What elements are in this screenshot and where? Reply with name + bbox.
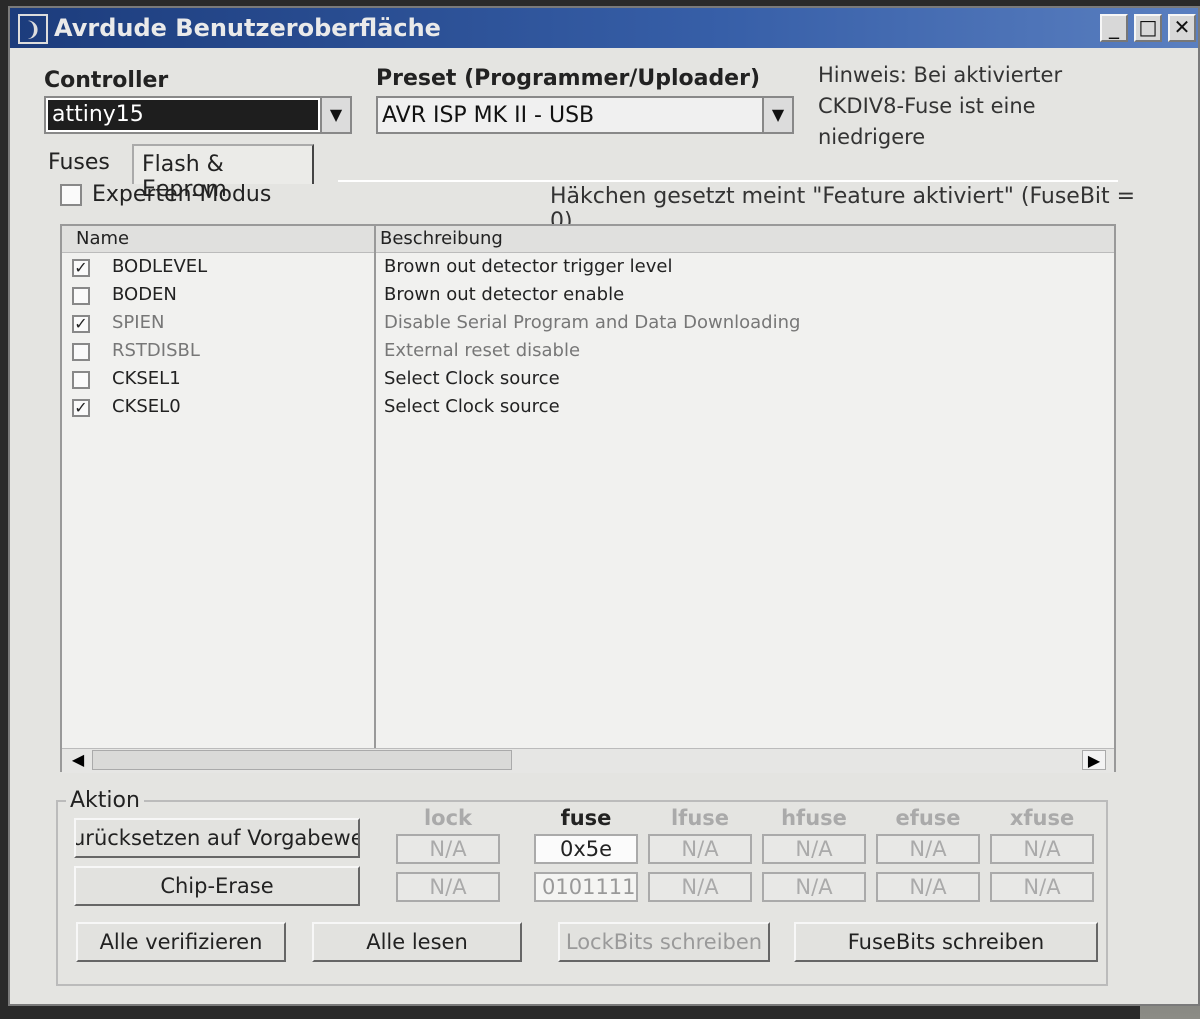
lock-bin-field: N/A bbox=[396, 872, 500, 902]
header-efuse: efuse bbox=[895, 806, 961, 830]
lfuse-hex-field: N/A bbox=[648, 834, 752, 864]
header-lock: lock bbox=[423, 806, 473, 830]
lock-hex-field: N/A bbox=[396, 834, 500, 864]
fuse-description: Disable Serial Program and Data Download… bbox=[384, 312, 801, 333]
read-all-button[interactable]: Alle lesen bbox=[312, 922, 522, 962]
fuse-name: CKSEL1 bbox=[112, 368, 181, 389]
controller-value: attiny15 bbox=[48, 100, 318, 130]
tab-flash-eeprom[interactable]: Flash & Eeprom bbox=[132, 144, 314, 202]
xfuse-hex-field: N/A bbox=[990, 834, 1094, 864]
tab-fuses-label: Fuses bbox=[48, 150, 110, 175]
table-row[interactable]: CKSEL1 Select Clock source bbox=[62, 366, 1112, 394]
fuse-checkbox[interactable] bbox=[72, 371, 90, 389]
chevron-down-icon[interactable]: ▼ bbox=[762, 98, 792, 132]
preset-select[interactable]: AVR ISP MK II - USB ▼ bbox=[376, 96, 794, 134]
xfuse-bin-field: N/A bbox=[990, 872, 1094, 902]
table-row[interactable]: BODEN Brown out detector enable bbox=[62, 282, 1112, 310]
minimize-button[interactable]: _ bbox=[1100, 14, 1128, 42]
fuse-hex-field[interactable]: 0x5e bbox=[534, 834, 638, 864]
fuse-description: Brown out detector trigger level bbox=[384, 256, 673, 277]
write-lockbits-button[interactable]: LockBits schreiben bbox=[558, 922, 770, 962]
header-fuse: fuse bbox=[560, 806, 612, 830]
chip-erase-button[interactable]: Chip-Erase bbox=[74, 866, 360, 906]
scroll-right-icon[interactable]: ▶ bbox=[1082, 750, 1106, 770]
controller-label: Controller bbox=[44, 68, 169, 93]
maximize-button[interactable]: □ bbox=[1134, 14, 1162, 42]
tab-divider bbox=[338, 180, 1118, 182]
header-hfuse: hfuse bbox=[781, 806, 847, 830]
reset-defaults-button[interactable]: urücksetzen auf Vorgabewer bbox=[74, 818, 360, 858]
table-row[interactable]: ✓ CKSEL0 Select Clock source bbox=[62, 394, 1112, 422]
hfuse-hex-field: N/A bbox=[762, 834, 866, 864]
fuse-checkbox[interactable]: ✓ bbox=[72, 399, 90, 417]
fuse-name: BODLEVEL bbox=[112, 256, 208, 277]
verify-all-button[interactable]: Alle verifizieren bbox=[76, 922, 286, 962]
fuse-table: Name Beschreibung ✓ BODLEVEL Brown out d… bbox=[60, 224, 1116, 773]
fuse-checkbox[interactable] bbox=[72, 343, 90, 361]
fuse-name: BODEN bbox=[112, 284, 177, 305]
fuse-description: Select Clock source bbox=[384, 368, 560, 389]
fuse-description: Brown out detector enable bbox=[384, 284, 625, 305]
app-window: ❩ Avrdude Benutzeroberfläche _ □ ✕ Contr… bbox=[8, 6, 1200, 1006]
title-bar[interactable]: ❩ Avrdude Benutzeroberfläche _ □ ✕ bbox=[10, 8, 1198, 48]
table-row[interactable]: ✓ SPIEN Disable Serial Program and Data … bbox=[62, 310, 1112, 338]
header-xfuse: xfuse bbox=[1009, 806, 1075, 830]
window-menu-icon[interactable]: ❩ bbox=[18, 14, 48, 44]
fuse-name: RSTDISBL bbox=[112, 340, 200, 361]
preset-value: AVR ISP MK II - USB bbox=[382, 103, 595, 128]
efuse-hex-field: N/A bbox=[876, 834, 980, 864]
expert-mode-label: Experten-Modus bbox=[92, 182, 272, 207]
table-row[interactable]: RSTDISBL External reset disable bbox=[62, 338, 1112, 366]
efuse-bin-field: N/A bbox=[876, 872, 980, 902]
horizontal-scrollbar[interactable]: ◀ ▶ bbox=[62, 748, 1114, 773]
aktion-label: Aktion bbox=[66, 788, 144, 813]
close-button[interactable]: ✕ bbox=[1168, 14, 1196, 42]
window-title: Avrdude Benutzeroberfläche bbox=[54, 14, 441, 42]
write-fusebits-button[interactable]: FuseBits schreiben bbox=[794, 922, 1098, 962]
expert-mode-checkbox[interactable] bbox=[60, 184, 82, 206]
header-lfuse: lfuse bbox=[670, 806, 730, 830]
fuse-checkbox[interactable] bbox=[72, 287, 90, 305]
column-header-name[interactable]: Name bbox=[62, 226, 376, 253]
preset-label: Preset (Programmer/Uploader) bbox=[376, 66, 761, 91]
fuse-checkbox[interactable]: ✓ bbox=[72, 259, 90, 277]
column-header-description[interactable]: Beschreibung bbox=[376, 226, 1114, 253]
controller-select[interactable]: attiny15 ▼ bbox=[44, 96, 352, 134]
fuse-name: SPIEN bbox=[112, 312, 165, 333]
lfuse-bin-field: N/A bbox=[648, 872, 752, 902]
fuse-bin-field[interactable]: 0101111( bbox=[534, 872, 638, 902]
tab-fuses[interactable]: Fuses bbox=[42, 144, 134, 184]
fuse-name: CKSEL0 bbox=[112, 396, 181, 417]
fuse-checkbox[interactable]: ✓ bbox=[72, 315, 90, 333]
fuse-description: Select Clock source bbox=[384, 396, 560, 417]
hint-text: Hinweis: Bei aktivierter CKDIV8-Fuse ist… bbox=[818, 63, 1063, 149]
scroll-left-icon[interactable]: ◀ bbox=[66, 750, 90, 770]
hfuse-bin-field: N/A bbox=[762, 872, 866, 902]
fuse-description: External reset disable bbox=[384, 340, 581, 361]
scrollbar-thumb[interactable] bbox=[92, 750, 512, 770]
table-row[interactable]: ✓ BODLEVEL Brown out detector trigger le… bbox=[62, 254, 1112, 282]
main-content: Controller attiny15 ▼ Preset (Programmer… bbox=[10, 48, 1140, 1004]
chevron-down-icon[interactable]: ▼ bbox=[320, 98, 350, 132]
